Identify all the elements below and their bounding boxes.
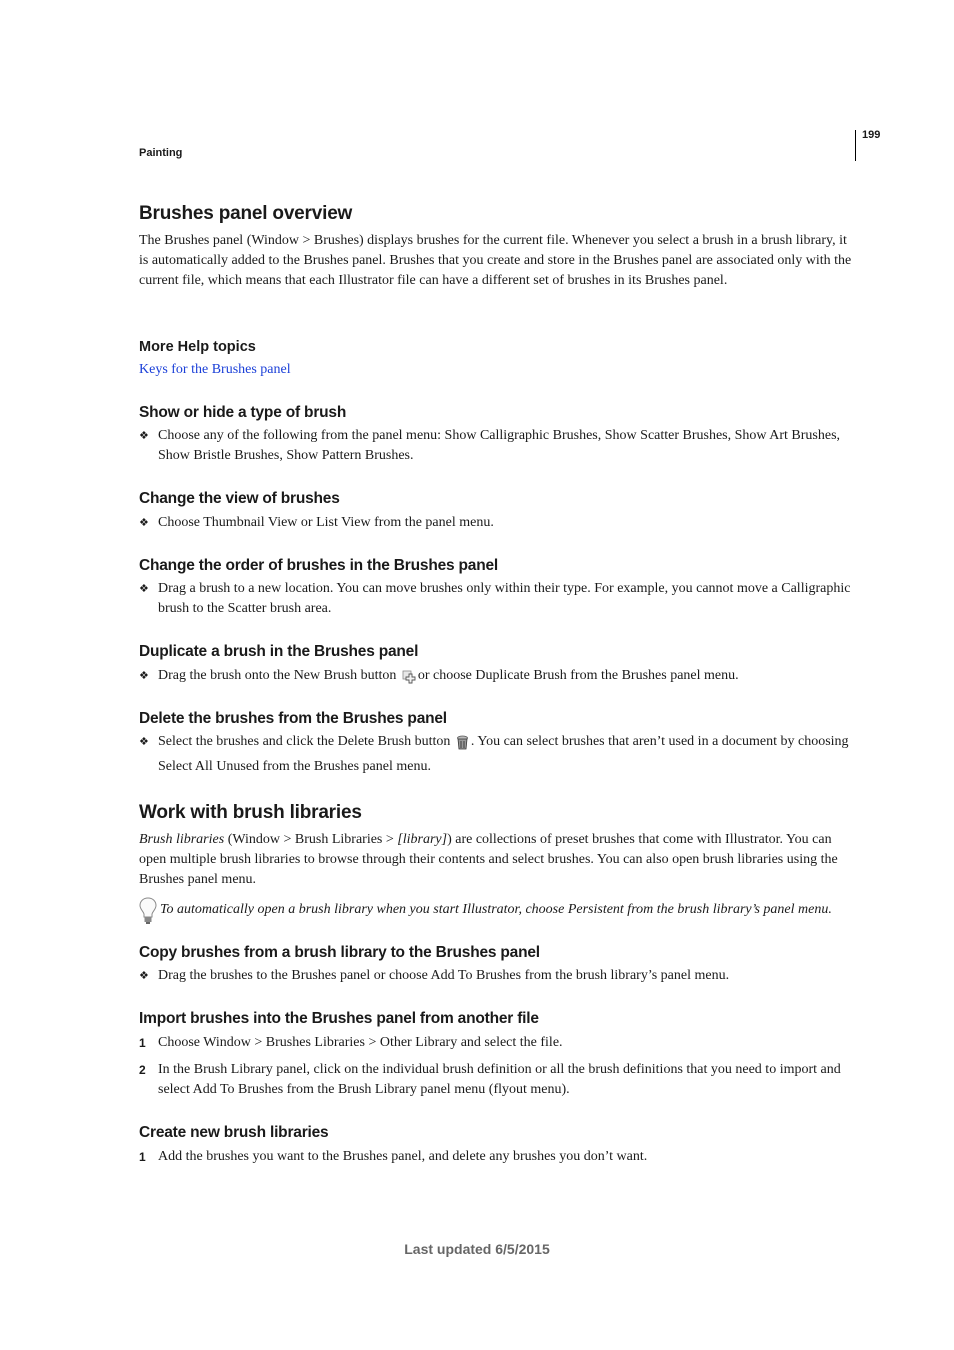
step-number: 1	[139, 1036, 146, 1050]
list-item: ❖ Choose any of the following from the p…	[139, 426, 854, 466]
term-brush-libraries: Brush libraries	[139, 832, 225, 847]
bullet-icon: ❖	[139, 430, 149, 442]
header-divider	[855, 130, 856, 161]
list-item: ❖ Drag the brushes to the Brushes panel …	[139, 966, 854, 986]
list-item: ❖ Drag a brush to a new location. You ca…	[139, 579, 854, 619]
libraries-paragraph: Brush libraries (Window > Brush Librarie…	[139, 830, 854, 890]
section-brushes-panel-overview: Brushes panel overview	[139, 203, 854, 225]
list-item: ❖ Choose Thumbnail View or List View fro…	[139, 513, 854, 533]
subsection-title: Import brushes into the Brushes panel fr…	[139, 1010, 539, 1027]
tip-text: To automatically open a brush library wh…	[160, 902, 832, 917]
bullet-text: Choose Thumbnail View or List View from …	[158, 515, 494, 530]
list-item: ❖ Select the brushes and click the Delet…	[139, 732, 854, 777]
bullet-text: Drag the brush onto the New Brush button	[158, 668, 397, 683]
new-brush-icon	[402, 670, 416, 691]
bullet-icon: ❖	[139, 736, 149, 748]
step-text: Add the brushes you want to the Brushes …	[158, 1149, 648, 1164]
subsection-title: Duplicate a brush in the Brushes panel	[139, 643, 419, 660]
help-link-keys-brushes-panel[interactable]: Keys for the Brushes panel	[139, 362, 291, 377]
bullet-text: Choose any of the following from the pan…	[158, 428, 841, 463]
step-text: In the Brush Library panel, click on the…	[158, 1062, 841, 1097]
bullet-text: Drag the brushes to the Brushes panel or…	[158, 968, 730, 983]
footer-last-updated: Last updated 6/5/2015	[404, 1241, 550, 1257]
more-help-topics: More Help topics	[139, 339, 854, 355]
bullet-text: Drag a brush to a new location. You can …	[158, 581, 851, 616]
subsection-title: Change the view of brushes	[139, 490, 340, 507]
overview-paragraph: The Brushes panel (Window > Brushes) dis…	[139, 233, 852, 288]
step-text: Choose Window > Brushes Libraries > Othe…	[158, 1035, 563, 1050]
list-item: ❖ Drag the brush onto the New Brush butt…	[139, 666, 854, 691]
more-help-heading: More Help topics	[139, 339, 256, 355]
body-text: (Window > Brush Libraries >	[224, 832, 398, 847]
bullet-icon: ❖	[139, 970, 149, 982]
step-item: 2 In the Brush Library panel, click on t…	[139, 1060, 854, 1100]
trash-icon	[456, 735, 469, 757]
overview-body: The Brushes panel (Window > Brushes) dis…	[139, 231, 854, 291]
lightbulb-icon	[139, 897, 157, 932]
subsection-title: Create new brush libraries	[139, 1124, 329, 1141]
step-item: 1 Choose Window > Brushes Libraries > Ot…	[139, 1033, 854, 1053]
subsection-title: Change the order of brushes in the Brush…	[139, 557, 499, 574]
subsection-title: Delete the brushes from the Brushes pane…	[139, 710, 447, 727]
page-number: 199	[862, 129, 881, 141]
step-number: 2	[139, 1063, 146, 1077]
section-title: Brushes panel overview	[139, 203, 353, 224]
bullet-text: Select the brushes and click the Delete …	[158, 734, 451, 749]
bullet-icon: ❖	[139, 670, 149, 682]
step-number: 1	[139, 1150, 146, 1164]
term-library: [library]	[397, 832, 448, 847]
bullet-icon: ❖	[139, 517, 149, 529]
running-header: Painting	[139, 147, 183, 159]
step-item: 1 Add the brushes you want to the Brushe…	[139, 1147, 854, 1167]
bullet-text: or choose Duplicate Brush from the Brush…	[417, 668, 739, 683]
section-title: Work with brush libraries	[139, 802, 362, 823]
tip-note: To automatically open a brush library wh…	[139, 897, 854, 924]
subsection-title: Show or hide a type of brush	[139, 404, 347, 421]
subsection-title: Copy brushes from a brush library to the…	[139, 944, 540, 961]
bullet-icon: ❖	[139, 583, 149, 595]
